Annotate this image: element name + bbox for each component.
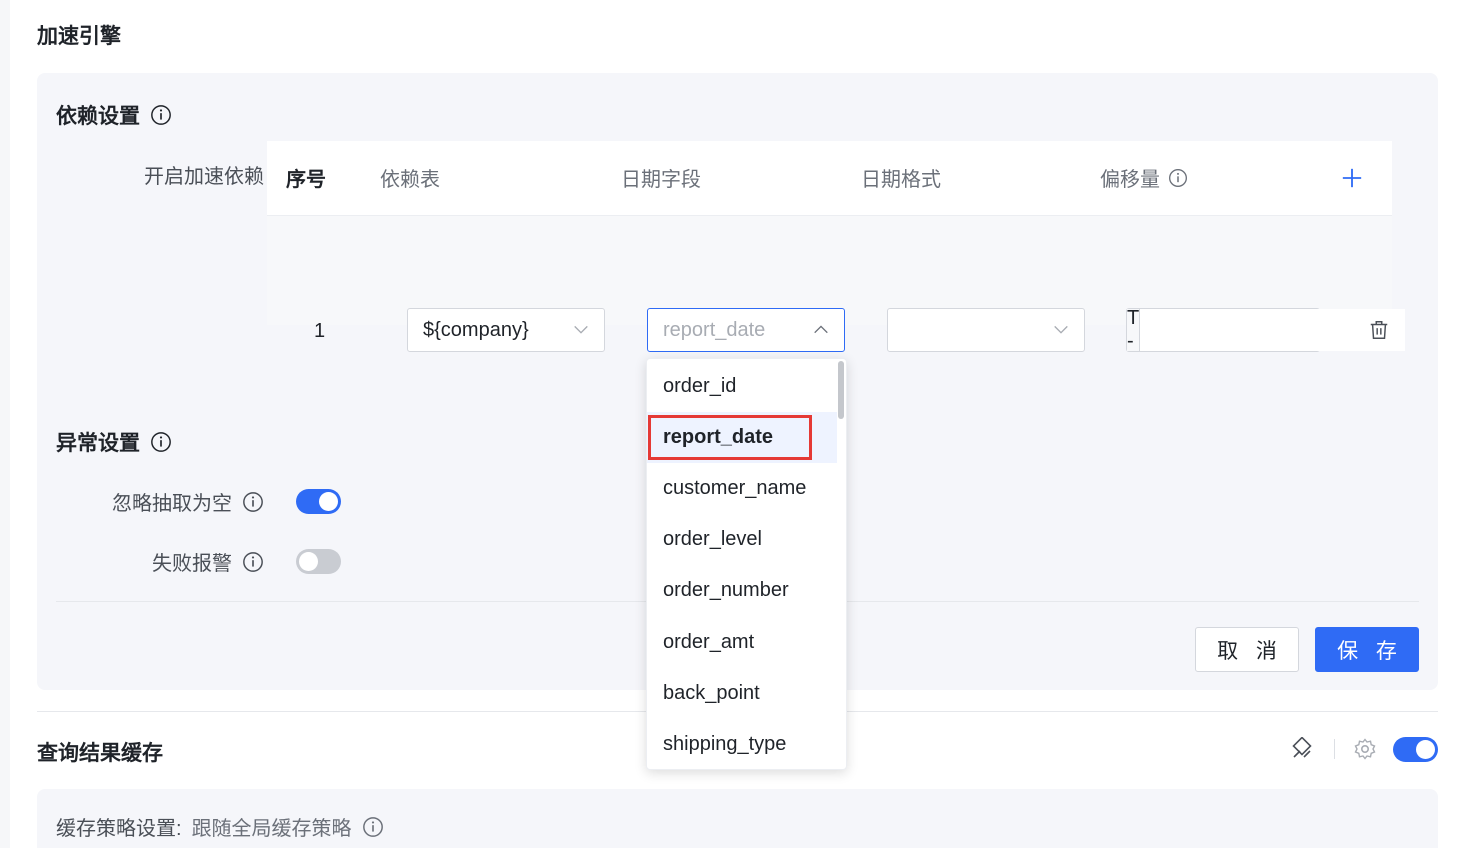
- dropdown-option[interactable]: shipping_type: [647, 719, 837, 769]
- cache-strategy-value: 跟随全局缓存策略: [191, 818, 352, 840]
- header-dep-table: 依赖表: [380, 169, 440, 191]
- chevron-down-icon: [572, 321, 590, 339]
- exception-title: 异常设置: [56, 427, 172, 457]
- fail-alert-label: 失败报警: [70, 547, 264, 576]
- offset-input-group: T -: [1126, 307, 1405, 352]
- toggle-knob: [319, 492, 338, 511]
- fail-alert-toggle[interactable]: [296, 549, 341, 574]
- dropdown-option[interactable]: order_id: [647, 361, 837, 412]
- dep-table-select[interactable]: ${company}: [407, 308, 605, 352]
- dependency-table: 序号 依赖表 日期字段 日期格式 偏移量: [267, 141, 1392, 325]
- date-field-dropdown: order_id report_date customer_name order…: [646, 358, 847, 770]
- info-icon[interactable]: [242, 551, 264, 573]
- header-index: 序号: [286, 169, 326, 191]
- fail-alert-text: 失败报警: [152, 553, 232, 575]
- date-field-select[interactable]: report_date: [647, 308, 845, 352]
- dropdown-option[interactable]: back_point: [647, 668, 837, 719]
- cancel-button[interactable]: 取 消: [1195, 627, 1299, 672]
- dropdown-scrollbar[interactable]: [838, 361, 844, 419]
- date-field-placeholder: report_date: [663, 318, 766, 341]
- header-offset: 偏移量: [1100, 163, 1188, 192]
- cache-strategy-label: 缓存策略设置:: [56, 818, 182, 840]
- page-title: 加速引擎: [37, 25, 121, 48]
- chevron-up-icon: [812, 321, 830, 339]
- add-row-icon[interactable]: [1341, 167, 1363, 189]
- info-icon[interactable]: [362, 816, 384, 838]
- info-icon[interactable]: [1168, 168, 1188, 188]
- offset-prefix: T -: [1127, 307, 1140, 352]
- ignore-empty-toggle[interactable]: [296, 489, 341, 514]
- cache-strategy-row: 缓存策略设置: 跟随全局缓存策略: [56, 812, 384, 841]
- chevron-down-icon: [1052, 321, 1070, 339]
- dropdown-option[interactable]: customer_name: [647, 463, 837, 514]
- row-index: 1: [314, 320, 326, 342]
- offset-input[interactable]: [1139, 309, 1405, 351]
- cache-toggle[interactable]: [1393, 737, 1438, 762]
- dependency-title-text: 依赖设置: [56, 105, 140, 128]
- cache-title: 查询结果缓存: [37, 742, 163, 765]
- trash-icon[interactable]: [1368, 319, 1390, 341]
- dep-table-value: ${company}: [423, 318, 529, 341]
- header-offset-text: 偏移量: [1100, 169, 1160, 191]
- ignore-empty-label: 忽略抽取为空: [70, 487, 264, 516]
- icon-separator: [1334, 739, 1335, 759]
- toggle-knob: [1416, 740, 1435, 759]
- ignore-empty-text: 忽略抽取为空: [112, 493, 232, 515]
- info-icon[interactable]: [150, 104, 172, 126]
- save-button[interactable]: 保 存: [1315, 627, 1419, 672]
- date-format-select[interactable]: [887, 308, 1085, 352]
- info-icon[interactable]: [242, 491, 264, 513]
- exception-title-text: 异常设置: [56, 432, 140, 455]
- header-date-format: 日期格式: [861, 169, 941, 191]
- enable-dependency-label: 开启加速依赖: [144, 166, 264, 188]
- gear-icon[interactable]: [1353, 737, 1377, 761]
- dropdown-option[interactable]: order_level: [647, 514, 837, 565]
- dropdown-option-selected[interactable]: report_date: [647, 412, 837, 463]
- info-icon[interactable]: [150, 431, 172, 453]
- brush-clear-icon[interactable]: [1290, 736, 1314, 761]
- dropdown-option[interactable]: order_amt: [647, 617, 837, 668]
- dropdown-option[interactable]: order_number: [647, 565, 837, 616]
- toggle-knob: [299, 552, 318, 571]
- header-date-field: 日期字段: [621, 169, 701, 191]
- dependency-title: 依赖设置: [56, 100, 172, 130]
- cache-header-actions: [1290, 736, 1377, 761]
